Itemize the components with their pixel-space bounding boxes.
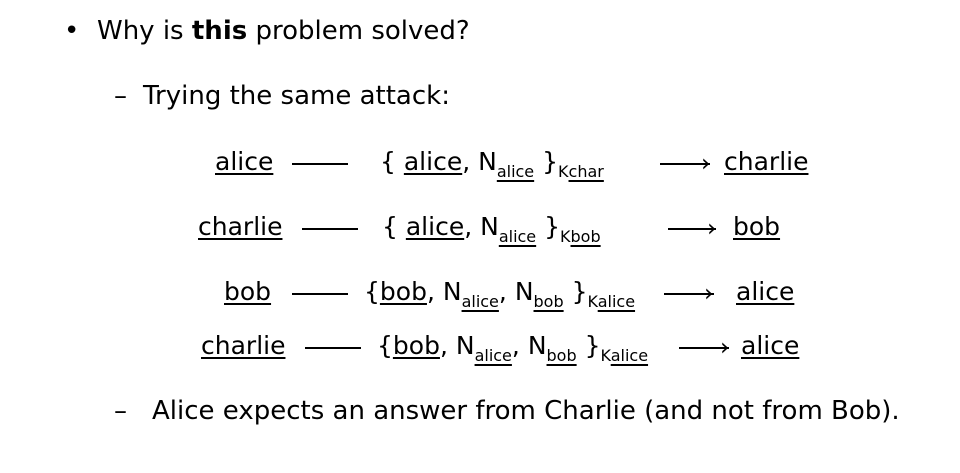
nonce-subscript: alice xyxy=(498,227,537,246)
nonce: N xyxy=(480,212,499,241)
message-id: alice xyxy=(405,212,465,241)
row2-message: { alice, Nalice }Kbob xyxy=(382,212,601,246)
separator: , xyxy=(498,277,515,306)
row1-sender: alice xyxy=(215,147,274,176)
row1-message: { alice, Nalice }Kchar xyxy=(380,147,604,181)
row4-line xyxy=(305,347,361,349)
nonce-subscript: alice xyxy=(496,162,535,181)
bullet-marker: • xyxy=(64,16,80,46)
row2-receiver: bob xyxy=(733,212,781,241)
arrow-head-icon: › xyxy=(701,149,711,177)
question-suffix: problem solved? xyxy=(247,16,470,46)
nonce: N xyxy=(514,277,534,306)
nonce: N xyxy=(442,277,462,306)
brace-open: { xyxy=(382,212,406,241)
separator: , xyxy=(511,331,528,360)
nonce-subscript: alice xyxy=(461,292,499,311)
key: Kalice xyxy=(600,346,648,365)
message-id: alice xyxy=(403,147,463,176)
nonce-subscript: bob xyxy=(546,346,577,365)
separator: , xyxy=(426,277,443,306)
separator: , xyxy=(439,331,456,360)
key-subscript: bob xyxy=(570,227,601,246)
key-subscript: alice xyxy=(597,292,636,311)
row3-message: {bob, Nalice, Nbob }Kalice xyxy=(364,277,635,311)
separator: , xyxy=(462,147,479,176)
question-prefix: Why is xyxy=(97,16,192,46)
message-id: bob xyxy=(392,331,440,360)
key: Kalice xyxy=(587,292,635,311)
row1-line xyxy=(292,163,348,165)
brace-close: } xyxy=(563,277,588,306)
row2-sender: charlie xyxy=(198,212,283,241)
brace-open: { xyxy=(377,331,393,360)
sub-bullet-marker: – xyxy=(114,396,127,426)
row4-receiver: alice xyxy=(741,331,800,360)
nonce: N xyxy=(478,147,497,176)
brace-close: } xyxy=(576,331,601,360)
arrow-head-icon: › xyxy=(704,279,714,307)
nonce: N xyxy=(527,331,547,360)
row3-sender: bob xyxy=(224,277,272,306)
brace-open: { xyxy=(364,277,380,306)
row3-line xyxy=(292,293,348,295)
key: Kchar xyxy=(558,162,604,181)
brace-close: } xyxy=(536,212,561,241)
question-emphasis: this xyxy=(191,16,248,46)
sub-bullet-marker: – xyxy=(114,81,127,111)
brace-close: } xyxy=(534,147,559,176)
row1-receiver: charlie xyxy=(724,147,809,176)
key-subscript: alice xyxy=(610,346,649,365)
bullet-question: Why is this problem solved? xyxy=(97,16,470,46)
nonce: N xyxy=(455,331,475,360)
row4-sender: charlie xyxy=(201,331,286,360)
arrow-head-icon: › xyxy=(720,333,730,361)
conclusion-text: Alice expects an answer from Charlie (an… xyxy=(152,396,900,426)
key: Kbob xyxy=(560,227,601,246)
key-subscript: char xyxy=(568,162,604,181)
separator: , xyxy=(464,212,481,241)
row4-message: {bob, Nalice, Nbob }Kalice xyxy=(377,331,648,365)
nonce-subscript: alice xyxy=(474,346,512,365)
nonce-subscript: bob xyxy=(533,292,564,311)
key-letter: K xyxy=(558,162,569,181)
sub-bullet-text: Trying the same attack: xyxy=(143,81,450,111)
row2-line xyxy=(302,228,358,230)
row3-receiver: alice xyxy=(736,277,795,306)
key-letter: K xyxy=(560,227,571,246)
message-id: bob xyxy=(379,277,427,306)
brace-open: { xyxy=(380,147,404,176)
arrow-head-icon: › xyxy=(707,214,717,242)
key-letter: K xyxy=(587,292,598,311)
key-letter: K xyxy=(600,346,611,365)
